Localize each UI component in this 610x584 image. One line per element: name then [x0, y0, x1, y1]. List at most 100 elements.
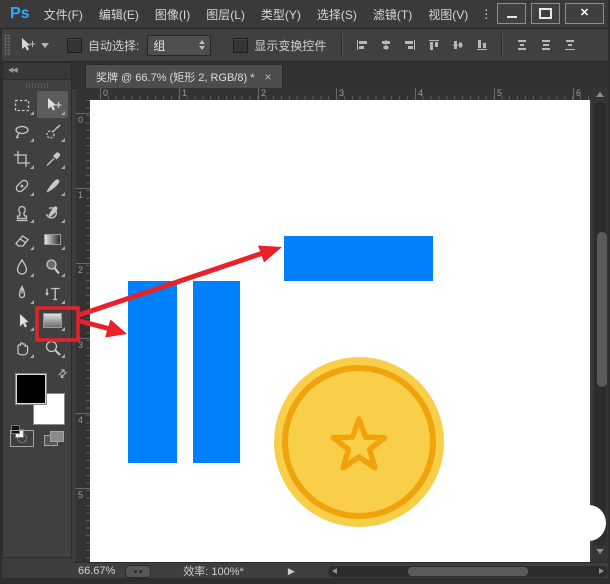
- align-bottom-edges-button[interactable]: [472, 35, 492, 55]
- align-left-edges-button[interactable]: [352, 35, 372, 55]
- scroll-right-icon[interactable]: [599, 568, 604, 574]
- align-right-edges-icon: [403, 38, 417, 52]
- gold-coin: [274, 357, 444, 527]
- spot-healing-brush-tool[interactable]: [6, 172, 37, 199]
- auto-select-checkbox[interactable]: [67, 38, 82, 53]
- zoom-tool[interactable]: [37, 334, 68, 361]
- screen-mode-button[interactable]: [44, 431, 64, 446]
- status-flyout-arrow[interactable]: ▶: [288, 566, 295, 577]
- options-grip-handle[interactable]: [4, 34, 11, 56]
- horizontal-scroll-thumb[interactable]: [408, 567, 528, 576]
- eraser-icon: [12, 230, 32, 250]
- canvas-surface[interactable]: [90, 100, 590, 562]
- align-vertical-centers-button[interactable]: [448, 35, 468, 55]
- foreground-color-swatch[interactable]: [15, 373, 47, 405]
- distribute-bottom-edges-icon: [563, 38, 577, 52]
- clone-stamp-icon: [12, 203, 32, 223]
- maximize-icon: [539, 8, 552, 19]
- menu-layer[interactable]: 图层(L): [206, 6, 245, 23]
- show-transform-label: 显示变换控件: [254, 37, 326, 54]
- vertical-ruler[interactable]: 0 1 2 3 4 5: [76, 100, 90, 562]
- type-icon: [43, 284, 63, 304]
- scroll-left-icon[interactable]: [332, 568, 337, 574]
- menu-view[interactable]: 视图(V): [428, 6, 468, 23]
- eraser-tool[interactable]: [6, 226, 37, 253]
- align-vertical-centers-icon: [451, 38, 465, 52]
- screen-mode-icon-front: [50, 431, 64, 442]
- gradient-tool[interactable]: [37, 226, 68, 253]
- vertical-scrollbar[interactable]: [592, 88, 608, 562]
- window-frame-bottom: [0, 578, 610, 584]
- vertical-scroll-thumb[interactable]: [597, 232, 607, 387]
- distribute-top-edges-button[interactable]: [512, 35, 532, 55]
- blue-vertical-bar-2: [193, 281, 240, 463]
- options-bar: 自动选择: 组 显示变换控件: [0, 29, 610, 63]
- maximize-button[interactable]: [531, 3, 560, 24]
- distribute-vertical-centers-button[interactable]: [536, 35, 556, 55]
- distribute-bottom-edges-button[interactable]: [560, 35, 580, 55]
- rectangular-marquee-tool[interactable]: [6, 91, 37, 118]
- toolbox-grip-handle[interactable]: [26, 83, 48, 88]
- path-selection-tool[interactable]: [6, 307, 37, 334]
- align-top-edges-button[interactable]: [424, 35, 444, 55]
- menu-overflow-icon[interactable]: ⋮: [480, 7, 492, 21]
- document-tab[interactable]: 奖牌 @ 66.7% (矩形 2, RGB/8) * ×: [85, 64, 283, 89]
- tool-grid: [6, 91, 68, 361]
- menu-filter[interactable]: 滤镜(T): [373, 6, 412, 23]
- clone-stamp-tool[interactable]: [6, 199, 37, 226]
- status-bar: 66.67% 效率: 100%* ▶: [72, 562, 610, 579]
- separator: [341, 34, 343, 56]
- tab-close-icon[interactable]: ×: [265, 71, 272, 83]
- horizontal-ruler[interactable]: 0 1 2 3 4 5 6: [76, 88, 592, 100]
- minimize-icon: [507, 16, 517, 18]
- history-brush-tool[interactable]: [37, 199, 68, 226]
- pen-tool[interactable]: [6, 280, 37, 307]
- scroll-down-icon[interactable]: [596, 549, 604, 554]
- quick-selection-tool[interactable]: [37, 118, 68, 145]
- swap-colors-icon[interactable]: ⇄: [55, 366, 71, 382]
- vertical-scroll-track[interactable]: [594, 102, 606, 546]
- menu-type[interactable]: 类型(Y): [261, 6, 301, 23]
- close-button[interactable]: ✕: [565, 3, 604, 24]
- dodge-icon: [43, 257, 63, 277]
- move-tool[interactable]: [37, 91, 68, 118]
- show-transform-checkbox[interactable]: [233, 38, 248, 53]
- auto-select-label: 自动选择:: [88, 37, 139, 54]
- menu-bar: 文件(F) 编辑(E) 图像(I) 图层(L) 类型(Y) 选择(S) 滤镜(T…: [44, 6, 469, 23]
- menu-image[interactable]: 图像(I): [155, 6, 190, 23]
- dodge-tool[interactable]: [37, 253, 68, 280]
- crop-icon: [12, 149, 32, 169]
- type-tool[interactable]: [37, 280, 68, 307]
- lasso-tool[interactable]: [6, 118, 37, 145]
- align-horizontal-centers-button[interactable]: [376, 35, 396, 55]
- align-top-edges-icon: [427, 38, 441, 52]
- brush-tool[interactable]: [37, 172, 68, 199]
- horizontal-scrollbar[interactable]: [328, 566, 608, 577]
- menu-file[interactable]: 文件(F): [44, 6, 83, 23]
- scroll-up-icon[interactable]: [596, 92, 604, 97]
- color-swatches: ⇄: [11, 367, 67, 429]
- eyedropper-tool[interactable]: [37, 145, 68, 172]
- toolbox-bottom-buttons: [3, 425, 71, 451]
- hand-tool[interactable]: [6, 334, 37, 361]
- history-brush-icon: [43, 203, 63, 223]
- rectangle-tool[interactable]: [37, 307, 68, 334]
- menu-edit[interactable]: 编辑(E): [99, 6, 139, 23]
- auto-select-target-value: 组: [153, 37, 165, 54]
- quick-mask-button[interactable]: [10, 430, 34, 447]
- move-tool-icon: [17, 35, 37, 55]
- tool-preset-picker[interactable]: [17, 35, 49, 55]
- hand-icon: [12, 338, 32, 358]
- menu-select[interactable]: 选择(S): [317, 6, 357, 23]
- toolbox-collapse-button[interactable]: ◀◀: [3, 63, 71, 80]
- blur-tool[interactable]: [6, 253, 37, 280]
- align-right-edges-button[interactable]: [400, 35, 420, 55]
- pen-icon: [12, 284, 32, 304]
- zoom-level-field[interactable]: 66.67%: [78, 565, 115, 577]
- auto-select-target-dropdown[interactable]: 组: [147, 35, 211, 56]
- crop-tool[interactable]: [6, 145, 37, 172]
- blue-vertical-bar-1: [128, 281, 177, 463]
- coin-star-icon: [329, 416, 389, 476]
- minimize-button[interactable]: [497, 3, 526, 24]
- brush-icon: [43, 176, 63, 196]
